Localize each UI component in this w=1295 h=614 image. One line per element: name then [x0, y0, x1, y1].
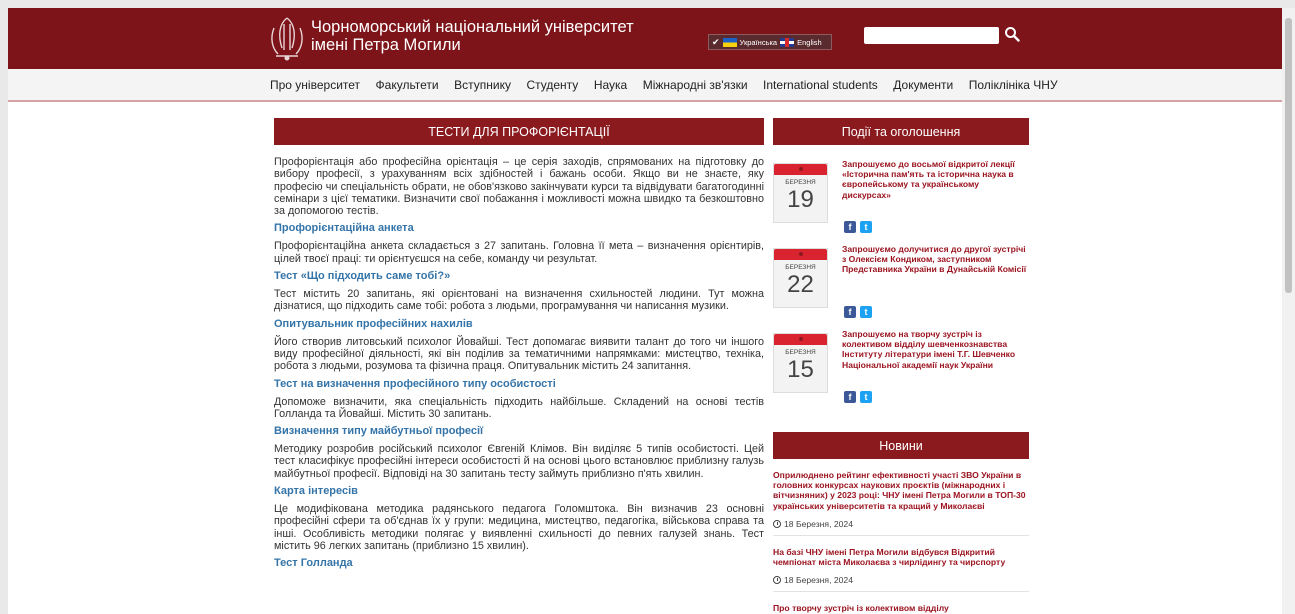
nav-item-students[interactable]: Студенту [526, 78, 578, 92]
twitter-icon[interactable]: t [860, 306, 872, 318]
calendar-icon: березня 15 [773, 333, 828, 393]
main-nav: Про університет Факультети Вступнику Сту… [8, 69, 1282, 102]
test-description: Його створив литовський психолог Йовайші… [274, 335, 764, 373]
language-switcher: ✔ Українська English [708, 34, 832, 50]
intro-text: Профорієнтація або професійна орієнтація… [274, 156, 764, 218]
test-description: Тест містить 20 запитань, які орієнтован… [274, 288, 764, 313]
university-logo[interactable] [264, 14, 310, 62]
test-link-holland[interactable]: Тест Голланда [274, 556, 764, 570]
university-name-line1: Чорноморський національний університет [311, 18, 634, 36]
test-description: Це модифікована методика радянського пед… [274, 503, 764, 552]
event-day: 22 [787, 271, 814, 298]
facebook-icon[interactable]: f [844, 221, 856, 233]
news-link[interactable]: Про творчу зустріч із колективом відділу [773, 603, 1029, 613]
news-date-text: 18 Березня, 2024 [784, 518, 853, 529]
page-title: Тести для профорієнтації [274, 118, 764, 145]
nav-item-documents[interactable]: Документи [893, 78, 953, 92]
sidebar: Події та оголошення березня 19 Запрошуєм… [773, 118, 1029, 613]
event-day: 19 [787, 186, 814, 213]
news-date: 18 Березня, 2024 [773, 519, 1029, 536]
page: Чорноморський національний університет і… [8, 8, 1282, 614]
test-link-what-suits-you[interactable]: Тест «Що підходить саме тобі?» [274, 269, 764, 283]
page-scrollbar[interactable] [1282, 8, 1295, 614]
nav-item-applicants[interactable]: Вступнику [454, 78, 511, 92]
university-name-line2: імені Петра Могили [311, 36, 461, 54]
main-content: Тести для профорієнтації Профорієнтація … [274, 118, 764, 570]
test-link-future-profession-type[interactable]: Визначення типу майбутньої професії [274, 424, 764, 438]
event-link[interactable]: Запрошуємо долучитися до другої зустрічі… [842, 244, 1028, 275]
social-share: f t [844, 306, 872, 318]
uk-flag-icon[interactable] [780, 37, 795, 47]
site-header: Чорноморський національний університет і… [8, 8, 1282, 69]
university-name[interactable]: Чорноморський національний університет і… [311, 18, 634, 54]
event-item: березня 22 Запрошуємо долучитися до друг… [773, 240, 1029, 325]
check-icon: ✔ [712, 36, 720, 47]
test-description: Профорієнтаційна анкета складається з 27… [274, 240, 764, 265]
test-description: Методику розробив російський психолог Єв… [274, 443, 764, 480]
test-link-professional-inclinations[interactable]: Опитувальник професійних нахилів [274, 317, 764, 331]
facebook-icon[interactable]: f [844, 391, 856, 403]
event-item: березня 15 Запрошуємо на творчу зустріч … [773, 325, 1029, 410]
nav-item-clinic[interactable]: Поліклініка ЧНУ [969, 78, 1058, 92]
social-share: f t [844, 221, 872, 233]
facebook-icon[interactable]: f [844, 306, 856, 318]
lang-english[interactable]: English [797, 38, 822, 47]
event-month: березня [785, 264, 816, 271]
nav-item-about[interactable]: Про університет [270, 78, 360, 92]
news-link[interactable]: На базі ЧНУ імені Петра Могили відбувся … [773, 547, 1029, 567]
news-link[interactable]: Оприлюднено рейтинг ефективності участі … [773, 470, 1029, 511]
test-description: Допоможе визначити, яка спеціальність пі… [274, 395, 764, 420]
event-item: березня 19 Запрошуємо до восьмої відкрит… [773, 155, 1029, 240]
nav-item-faculties[interactable]: Факультети [376, 78, 439, 92]
event-link[interactable]: Запрошуємо на творчу зустріч із колектив… [842, 329, 1028, 370]
news-date-text: 18 Березня, 2024 [784, 575, 853, 586]
news-item: Про творчу зустріч із колективом відділу [773, 592, 1029, 613]
twitter-icon[interactable]: t [860, 221, 872, 233]
lang-ukrainian[interactable]: Українська [740, 38, 778, 47]
event-month: березня [785, 179, 816, 186]
event-month: березня [785, 349, 816, 356]
search-input[interactable] [864, 27, 999, 44]
twitter-icon[interactable]: t [860, 391, 872, 403]
social-share: f t [844, 391, 872, 403]
event-day: 15 [787, 356, 814, 383]
test-link-personality-type[interactable]: Тест на визначення професійного типу осо… [274, 377, 764, 391]
scrollbar-thumb[interactable] [1285, 18, 1292, 293]
nav-item-international-students[interactable]: International students [763, 78, 878, 92]
nav-item-international-relations[interactable]: Міжнародні зв'язки [643, 78, 748, 92]
nav-item-science[interactable]: Наука [594, 78, 627, 92]
search-icon[interactable] [1004, 26, 1020, 42]
news-title: Новини [773, 432, 1029, 459]
clock-icon [773, 519, 781, 528]
calendar-icon: березня 22 [773, 248, 828, 308]
calendar-icon: березня 19 [773, 163, 828, 223]
test-link-career-questionnaire[interactable]: Профорієнтаційна анкета [274, 221, 764, 235]
ukraine-flag-icon[interactable] [722, 37, 737, 47]
clock-icon [773, 576, 781, 585]
event-link[interactable]: Запрошуємо до восьмої відкритої лекції «… [842, 159, 1028, 200]
news-item: На базі ЧНУ імені Петра Могили відбувся … [773, 536, 1029, 593]
test-link-interest-map[interactable]: Карта інтересів [274, 484, 764, 498]
news-item: Оприлюднено рейтинг ефективності участі … [773, 459, 1029, 536]
news-date: 18 Березня, 2024 [773, 575, 1029, 593]
events-title: Події та оголошення [773, 118, 1029, 145]
